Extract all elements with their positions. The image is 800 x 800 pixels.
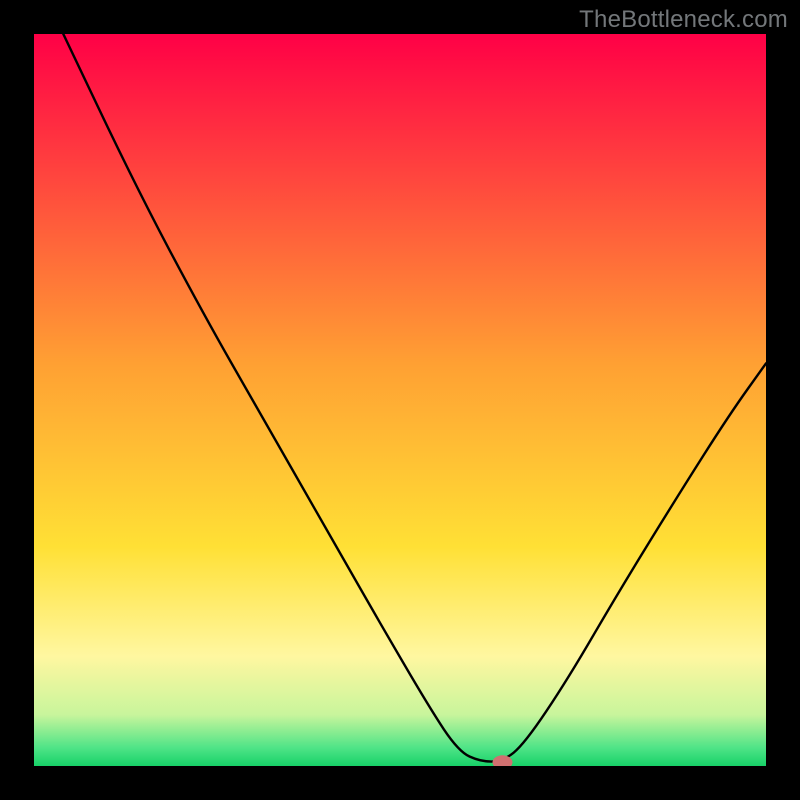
chart-frame: TheBottleneck.com: [0, 0, 800, 800]
watermark-text: TheBottleneck.com: [579, 6, 788, 34]
plot-svg: [34, 34, 766, 766]
bottleneck-plot: [34, 34, 766, 766]
